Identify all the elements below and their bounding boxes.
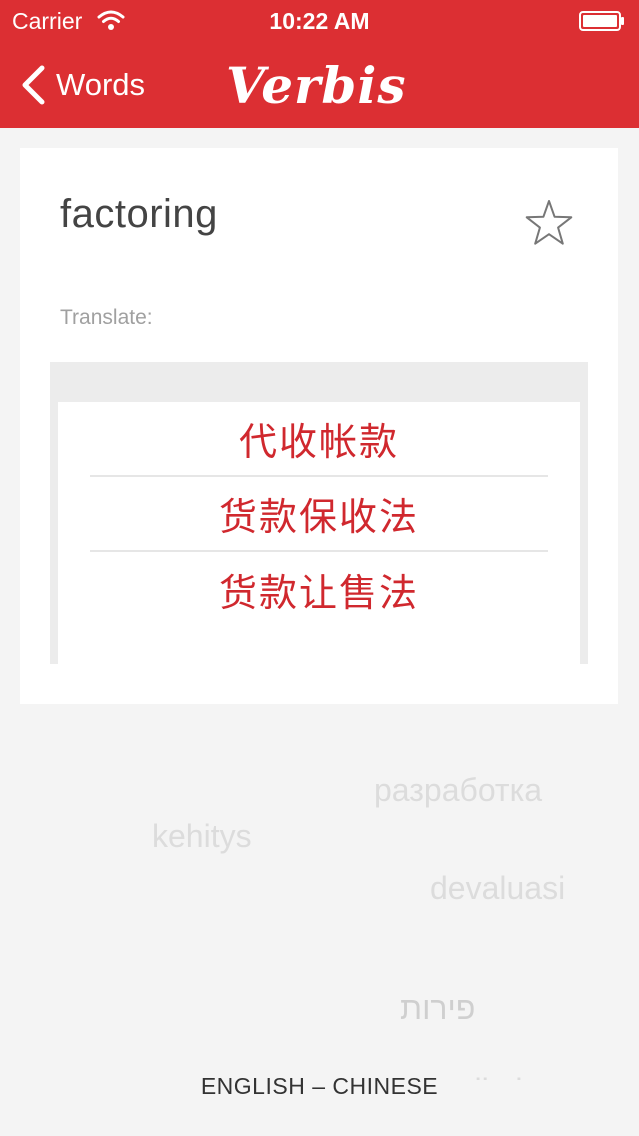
back-button-label: Words [56, 67, 146, 102]
battery-icon [579, 11, 624, 31]
language-pair-label: ENGLISH – CHINESE [200, 1073, 439, 1099]
translation-item[interactable]: 货款保收法 [90, 477, 548, 552]
navigation-bar: Words Verbis [0, 44, 639, 128]
word-card: factoring Translate: 代收帐款 货款保收法 货款让售法 [20, 148, 618, 704]
status-bar: Carrier 10:22 AM [0, 0, 639, 42]
translate-label: Translate: [60, 306, 153, 329]
star-outline-icon[interactable] [524, 198, 574, 248]
status-time: 10:22 AM [269, 8, 370, 34]
translation-item[interactable]: 货款让售法 [90, 552, 548, 627]
background-word: פירות [400, 990, 476, 1026]
translations-box: 代收帐款 货款保收法 货款让售法 [50, 362, 588, 688]
background-word: devaluasi [430, 870, 566, 906]
translation-item[interactable]: 代收帐款 [90, 402, 548, 477]
app-logo: Verbis [226, 56, 407, 115]
background-word-cloud: разработка kehitys devaluasi פירות malke… [0, 700, 639, 1080]
word-title: factoring [60, 192, 218, 236]
top-bar: Carrier 10:22 AM Words Verbis [0, 0, 639, 128]
translations-list: 代收帐款 货款保收法 货款让售法 [58, 402, 580, 688]
background-word: разработка [374, 772, 543, 808]
chevron-left-icon [22, 65, 45, 105]
background-word: kehitys [152, 818, 252, 854]
back-button[interactable]: Words [20, 58, 145, 112]
